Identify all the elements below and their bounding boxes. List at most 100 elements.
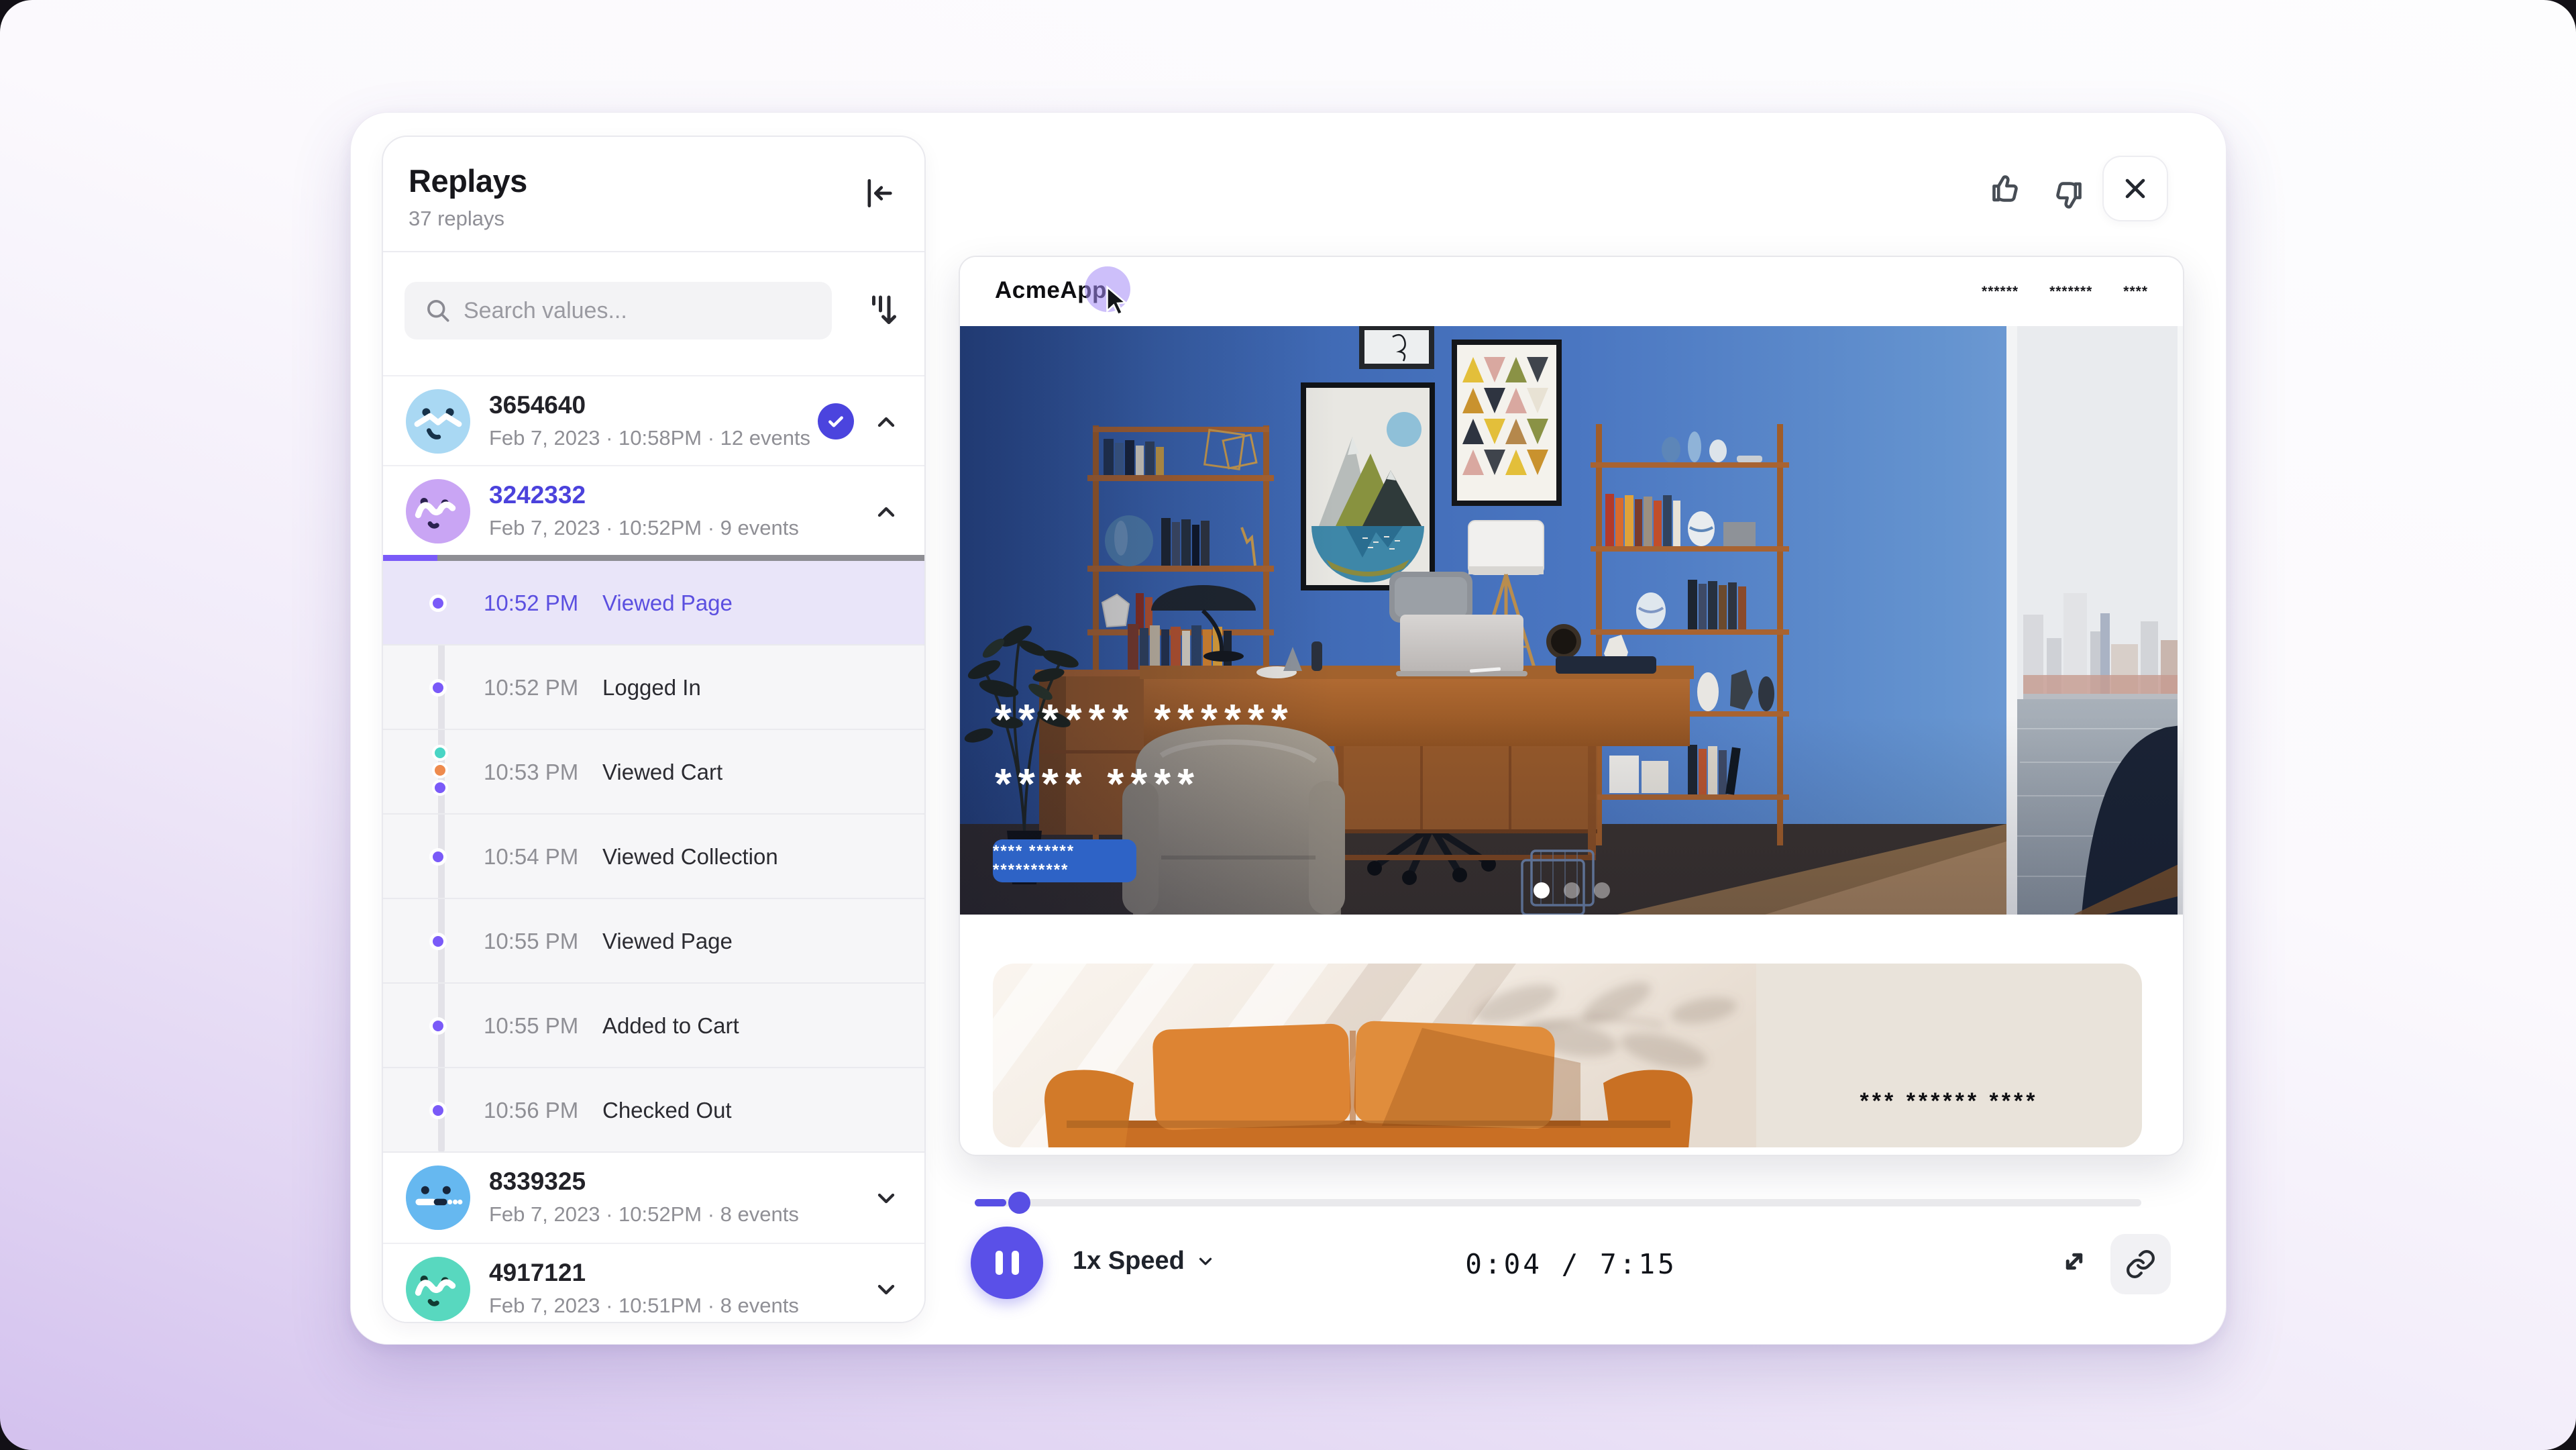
replay-list-progress[interactable] bbox=[383, 555, 924, 561]
event-time: 10:52 PM bbox=[484, 675, 578, 701]
collapse-replay-button[interactable] bbox=[873, 499, 900, 525]
site-nav-item-masked[interactable]: ******* bbox=[2049, 284, 2092, 300]
site-nav-item-masked[interactable]: ****** bbox=[1982, 284, 2019, 300]
site-nav-item-masked[interactable]: **** bbox=[2123, 284, 2148, 300]
sort-descending-icon bbox=[862, 289, 902, 333]
avatar-face-icon bbox=[406, 1166, 470, 1230]
product-card[interactable]: *** ****** **** bbox=[993, 964, 2142, 1147]
thumbs-up-icon bbox=[1988, 169, 2027, 208]
replay-list-progress-fill bbox=[383, 555, 437, 561]
expand-icon bbox=[2057, 1244, 2092, 1279]
event-time: 10:56 PM bbox=[484, 1098, 578, 1123]
chevron-down-icon bbox=[1195, 1251, 1216, 1272]
watched-check-badge bbox=[818, 403, 854, 439]
sort-button[interactable] bbox=[862, 289, 902, 333]
event-row[interactable]: 10:55 PM Viewed Page bbox=[383, 899, 924, 984]
elapsed-time: 0:04 bbox=[1465, 1248, 1542, 1280]
speed-label: 1x Speed bbox=[1073, 1247, 1185, 1276]
event-row[interactable]: 10:56 PM Checked Out bbox=[383, 1068, 924, 1153]
close-icon bbox=[2121, 174, 2150, 203]
copy-link-button[interactable] bbox=[2110, 1234, 2171, 1294]
event-row[interactable]: 10:54 PM Viewed Collection bbox=[383, 815, 924, 899]
hero-cta-button[interactable]: **** ****** ********** bbox=[993, 839, 1136, 882]
search-input[interactable] bbox=[464, 282, 819, 340]
event-dot bbox=[429, 933, 447, 950]
event-row[interactable]: 10:52 PM Logged In bbox=[383, 645, 924, 730]
event-time: 10:52 PM bbox=[484, 590, 578, 616]
event-row[interactable]: 10:55 PM Added to Cart bbox=[383, 984, 924, 1068]
carousel-dot[interactable] bbox=[1564, 882, 1580, 898]
search-icon bbox=[423, 296, 453, 325]
carousel-dot[interactable] bbox=[1594, 882, 1610, 898]
expand-replay-button[interactable] bbox=[873, 1276, 900, 1303]
replay-player-viewport: AcmeApp ****** ******* **** bbox=[959, 256, 2184, 1156]
thumbs-down-button[interactable] bbox=[2047, 176, 2086, 215]
chevron-down-icon bbox=[873, 1276, 900, 1303]
hero-cta-label-masked: **** ****** ********** bbox=[993, 842, 1136, 880]
chevron-up-icon bbox=[873, 499, 900, 525]
replay-row-4917121[interactable]: 4917121 Feb 7, 2023 · 10:51PM · 8 events bbox=[383, 1243, 924, 1323]
replay-modal: Replays 37 replays 3654640 Feb 7, 2023 ·… bbox=[350, 112, 2226, 1345]
event-row[interactable]: 10:53 PM Viewed Cart bbox=[383, 730, 924, 815]
event-time: 10:53 PM bbox=[484, 760, 578, 785]
mouse-cursor-icon bbox=[1099, 284, 1130, 317]
event-multi-dot bbox=[432, 745, 448, 797]
speed-selector[interactable]: 1x Speed bbox=[1073, 1247, 1216, 1276]
total-duration: 7:15 bbox=[1600, 1248, 1677, 1280]
hero-subheadline-masked: **** **** bbox=[995, 759, 1201, 809]
replay-id: 8339325 bbox=[489, 1168, 586, 1196]
collapse-panel-button[interactable] bbox=[861, 174, 898, 212]
product-info-panel: *** ****** **** bbox=[1756, 964, 2142, 1147]
chevron-up-icon bbox=[873, 409, 900, 435]
link-icon bbox=[2125, 1248, 2157, 1280]
sidebar-title: Replays bbox=[409, 162, 527, 199]
hero-image bbox=[960, 326, 2184, 915]
event-dot bbox=[429, 594, 447, 612]
header-divider bbox=[383, 251, 924, 252]
replays-sidebar: Replays 37 replays 3654640 Feb 7, 2023 ·… bbox=[382, 136, 926, 1323]
event-time: 10:55 PM bbox=[484, 929, 578, 954]
avatar bbox=[406, 479, 470, 543]
replay-list: 3654640 Feb 7, 2023 · 10:58PM · 12 event… bbox=[383, 375, 924, 1323]
playback-time: 0:04 / 7:15 bbox=[1465, 1248, 1677, 1280]
seek-thumb[interactable] bbox=[1008, 1192, 1030, 1214]
event-name: Viewed Page bbox=[602, 929, 733, 954]
replay-row-8339325[interactable]: 8339325 Feb 7, 2023 · 10:52PM · 8 events bbox=[383, 1153, 924, 1243]
expand-replay-button[interactable] bbox=[873, 1185, 900, 1212]
replay-count: 37 replays bbox=[409, 207, 504, 231]
event-name: Viewed Collection bbox=[602, 844, 778, 870]
replay-meta: Feb 7, 2023 · 10:52PM · 9 events bbox=[489, 516, 799, 540]
collapse-replay-button[interactable] bbox=[873, 409, 900, 435]
replay-row-3654640[interactable]: 3654640 Feb 7, 2023 · 10:58PM · 12 event… bbox=[383, 375, 924, 465]
event-dot bbox=[429, 1017, 447, 1035]
replay-row-3242332[interactable]: 3242332 Feb 7, 2023 · 10:52PM · 9 events bbox=[383, 465, 924, 555]
product-photo bbox=[993, 964, 1756, 1147]
close-button[interactable] bbox=[2102, 156, 2168, 221]
event-time: 10:55 PM bbox=[484, 1013, 578, 1039]
pause-button[interactable] bbox=[971, 1227, 1043, 1299]
avatar bbox=[406, 1166, 470, 1230]
pause-icon bbox=[996, 1251, 1003, 1275]
fullscreen-button[interactable] bbox=[2057, 1244, 2092, 1279]
time-separator: / bbox=[1562, 1248, 1581, 1280]
event-name: Checked Out bbox=[602, 1098, 732, 1123]
avatar-face-icon bbox=[406, 479, 470, 543]
replay-id: 3654640 bbox=[489, 391, 586, 419]
avatar bbox=[406, 1257, 470, 1321]
event-dot bbox=[429, 848, 447, 866]
carousel-dot-active[interactable] bbox=[1534, 882, 1550, 898]
check-icon bbox=[825, 411, 847, 432]
replay-id: 3242332 bbox=[489, 481, 586, 509]
event-dot bbox=[429, 1102, 447, 1119]
thumbs-up-button[interactable] bbox=[1988, 169, 2027, 208]
event-timeline: 10:52 PM Viewed Page 10:52 PM Logged In … bbox=[383, 561, 924, 1153]
seek-bar[interactable] bbox=[975, 1199, 2141, 1206]
carousel-dots bbox=[960, 882, 2183, 898]
replay-meta: Feb 7, 2023 · 10:58PM · 12 events bbox=[489, 426, 810, 450]
replayed-site-header: AcmeApp ****** ******* **** bbox=[960, 257, 2183, 326]
pause-icon bbox=[1012, 1251, 1019, 1275]
replay-meta: Feb 7, 2023 · 10:51PM · 8 events bbox=[489, 1294, 799, 1318]
event-name: Viewed Page bbox=[602, 590, 733, 616]
avatar-face-icon bbox=[406, 1257, 470, 1321]
event-row[interactable]: 10:52 PM Viewed Page bbox=[383, 561, 924, 645]
